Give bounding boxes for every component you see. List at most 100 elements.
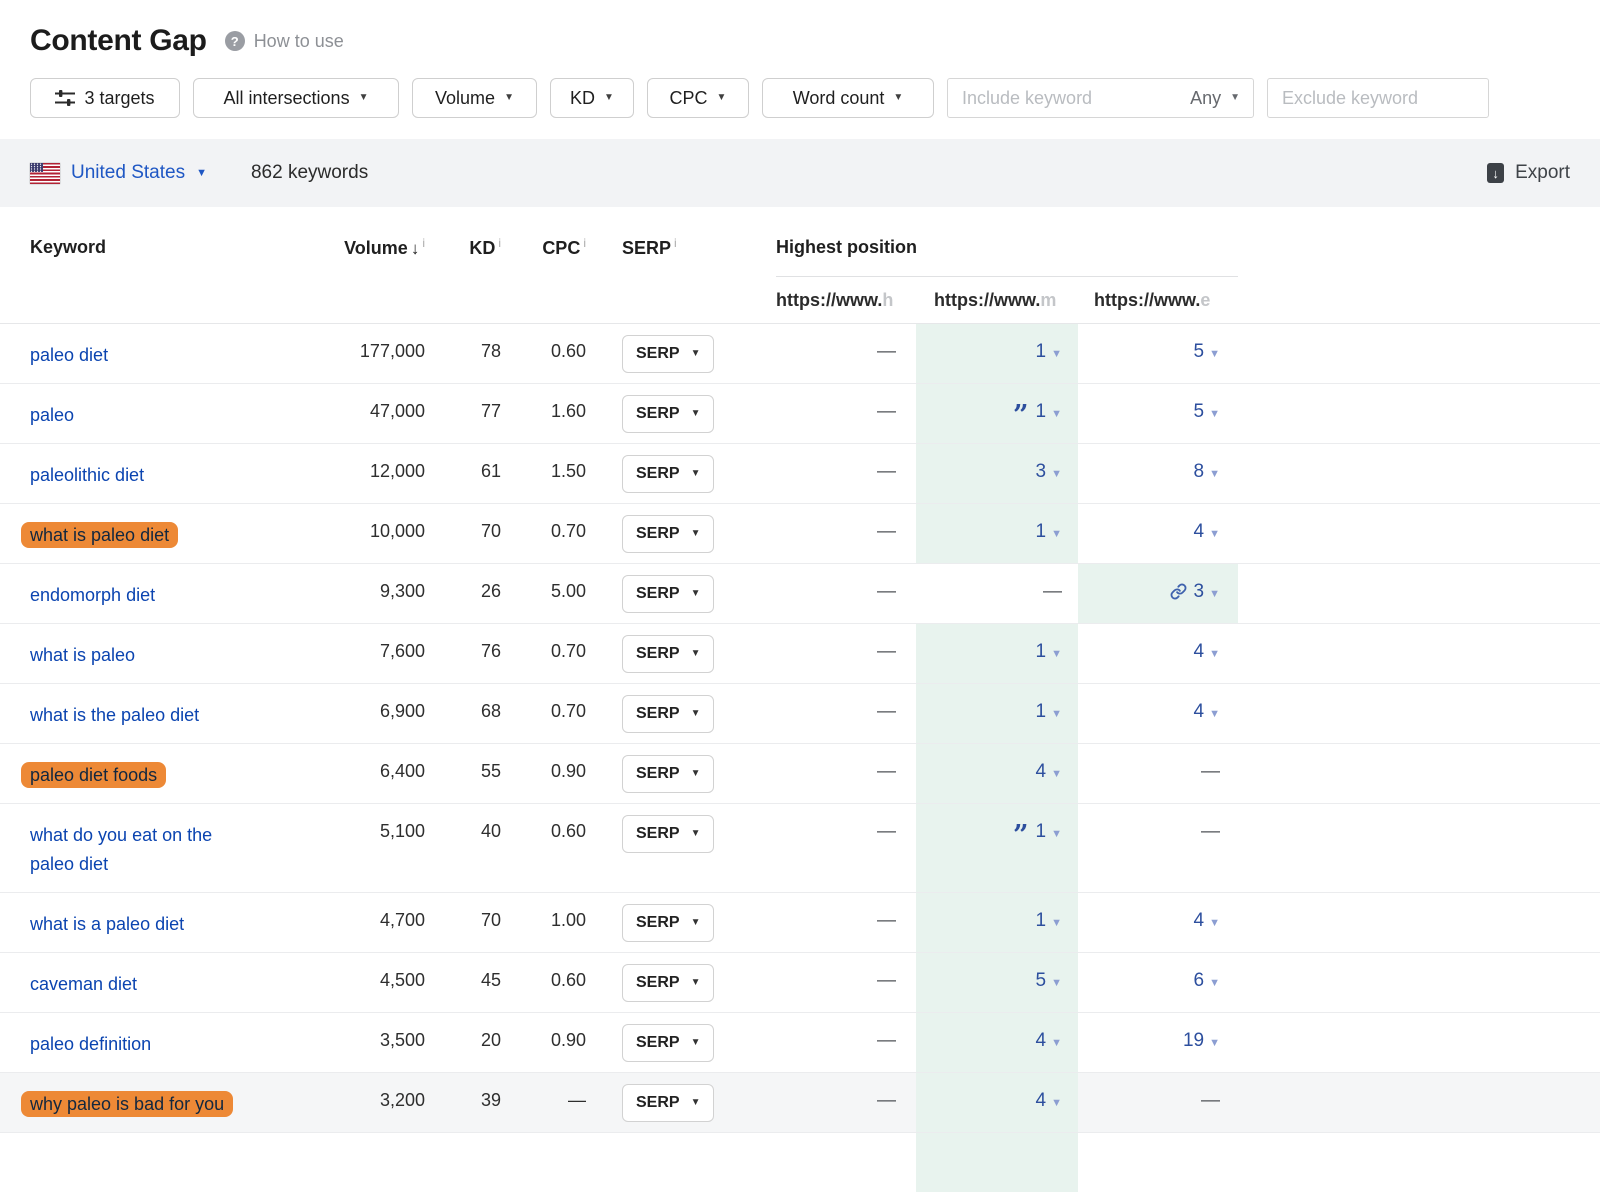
how-to-use-link[interactable]: ? How to use [225,31,344,52]
column-header-cpc[interactable]: CPCi [501,236,586,259]
cpc-cell: 0.60 [501,804,586,892]
position-link[interactable]: 1 [1036,521,1047,542]
position-link[interactable]: 4 [1036,1030,1047,1051]
chevron-down-icon[interactable]: ▼ [1051,648,1062,660]
chevron-down-icon[interactable]: ▼ [1051,1037,1062,1049]
exclude-keyword-input[interactable] [1268,88,1488,109]
position-link[interactable]: 1 [1036,910,1047,931]
volume-filter-dropdown[interactable]: Volume ▼ [412,78,537,118]
kd-cell: 45 [425,953,501,1012]
chevron-down-icon[interactable]: ▼ [1209,468,1220,480]
include-keyword-input[interactable] [948,88,1190,109]
position-link[interactable]: 5 [1194,341,1205,362]
any-dropdown[interactable]: Any ▼ [1190,88,1253,109]
position-link[interactable]: 4 [1194,701,1205,722]
position-link[interactable]: 19 [1183,1030,1204,1051]
serp-dropdown-button[interactable]: SERP ▼ [622,1024,714,1062]
keyword-link[interactable]: what is paleo diet [30,525,178,545]
chevron-down-icon[interactable]: ▼ [1051,1097,1062,1109]
position-link[interactable]: 1 [1036,341,1047,362]
keyword-link[interactable]: paleolithic diet [30,465,144,485]
chevron-down-icon[interactable]: ▼ [1051,768,1062,780]
column-header-kd[interactable]: KDi [425,236,501,259]
position-link[interactable]: 4 [1194,641,1205,662]
chevron-down-icon[interactable]: ▼ [1209,917,1220,929]
keyword-cell: what is a paleo diet [0,893,330,952]
serp-label: SERP [636,765,680,783]
cpc-filter-dropdown[interactable]: CPC ▼ [647,78,749,118]
position-link[interactable]: 3 [1194,581,1205,602]
word-count-filter-dropdown[interactable]: Word count ▼ [762,78,934,118]
position-cell-target-2: 1▼ [916,324,1078,383]
position-link[interactable]: 5 [1194,401,1205,422]
kd-cell: 76 [425,624,501,683]
chevron-down-icon[interactable]: ▼ [1209,977,1220,989]
keyword-link[interactable]: paleo [30,405,74,425]
position-link[interactable]: 1 [1036,401,1047,422]
keywords-table: Keyword Volume↓i KDi CPCi SERPi Highest … [0,217,1600,1192]
serp-dropdown-button[interactable]: SERP ▼ [622,904,714,942]
chevron-down-icon[interactable]: ▼ [1051,708,1062,720]
serp-dropdown-button[interactable]: SERP ▼ [622,815,714,853]
position-link[interactable]: 4 [1036,1090,1047,1111]
position-link[interactable]: 8 [1194,461,1205,482]
chevron-down-icon[interactable]: ▼ [1209,648,1220,660]
any-label: Any [1190,88,1221,109]
position-link[interactable]: 5 [1036,970,1047,991]
keyword-cell: what is paleo diet [0,504,330,563]
keyword-link[interactable]: what is a paleo diet [30,914,184,934]
keyword-link[interactable]: paleo diet foods [30,765,166,785]
intersections-dropdown[interactable]: All intersections ▼ [193,78,399,118]
chevron-down-icon[interactable]: ▼ [1209,528,1220,540]
chevron-down-icon[interactable]: ▼ [1209,408,1220,420]
no-position-dash: — [877,641,896,662]
serp-dropdown-button[interactable]: SERP ▼ [622,515,714,553]
position-link[interactable]: 1 [1036,641,1047,662]
chevron-down-icon[interactable]: ▼ [1209,348,1220,360]
position-link[interactable]: 4 [1036,761,1047,782]
chevron-down-icon[interactable]: ▼ [1209,1037,1220,1049]
chevron-down-icon[interactable]: ▼ [1051,977,1062,989]
keyword-link[interactable]: what do you eat on the paleo diet [30,825,212,874]
serp-dropdown-button[interactable]: SERP ▼ [622,1084,714,1122]
serp-dropdown-button[interactable]: SERP ▼ [622,964,714,1002]
serp-dropdown-button[interactable]: SERP ▼ [622,755,714,793]
serp-cell: SERP ▼ [586,504,726,563]
position-link[interactable]: 6 [1194,970,1205,991]
keyword-link[interactable]: what is the paleo diet [30,705,199,725]
chevron-down-icon[interactable]: ▼ [1051,408,1062,420]
country-picker[interactable]: United States ▼ [30,162,207,184]
chevron-down-icon[interactable]: ▼ [1051,528,1062,540]
chevron-down-icon[interactable]: ▼ [1051,828,1062,840]
position-link[interactable]: 3 [1036,461,1047,482]
chevron-down-icon[interactable]: ▼ [1051,348,1062,360]
chevron-down-icon[interactable]: ▼ [1209,588,1220,600]
chevron-down-icon[interactable]: ▼ [1209,708,1220,720]
keyword-link[interactable]: paleo definition [30,1034,151,1054]
position-link[interactable]: 4 [1194,521,1205,542]
targets-button[interactable]: 3 targets [30,78,180,118]
export-button[interactable]: ↓ Export [1487,162,1570,184]
serp-dropdown-button[interactable]: SERP ▼ [622,455,714,493]
chevron-down-icon[interactable]: ▼ [1051,917,1062,929]
position-link[interactable]: 1 [1036,821,1047,842]
kd-filter-dropdown[interactable]: KD ▼ [550,78,634,118]
cpc-cell: — [501,1073,586,1132]
serp-dropdown-button[interactable]: SERP ▼ [622,695,714,733]
us-flag-icon [30,163,60,184]
serp-cell: SERP ▼ [586,324,726,383]
serp-dropdown-button[interactable]: SERP ▼ [622,395,714,433]
column-header-keyword[interactable]: Keyword [0,237,330,258]
keyword-link[interactable]: caveman diet [30,974,137,994]
keyword-link[interactable]: why paleo is bad for you [30,1094,233,1114]
serp-dropdown-button[interactable]: SERP ▼ [622,335,714,373]
position-link[interactable]: 1 [1036,701,1047,722]
keyword-link[interactable]: endomorph diet [30,585,155,605]
chevron-down-icon[interactable]: ▼ [1051,468,1062,480]
position-link[interactable]: 4 [1194,910,1205,931]
keyword-link[interactable]: what is paleo [30,645,135,665]
column-header-volume[interactable]: Volume↓i [330,236,425,259]
serp-dropdown-button[interactable]: SERP ▼ [622,635,714,673]
keyword-link[interactable]: paleo diet [30,345,108,365]
serp-dropdown-button[interactable]: SERP ▼ [622,575,714,613]
